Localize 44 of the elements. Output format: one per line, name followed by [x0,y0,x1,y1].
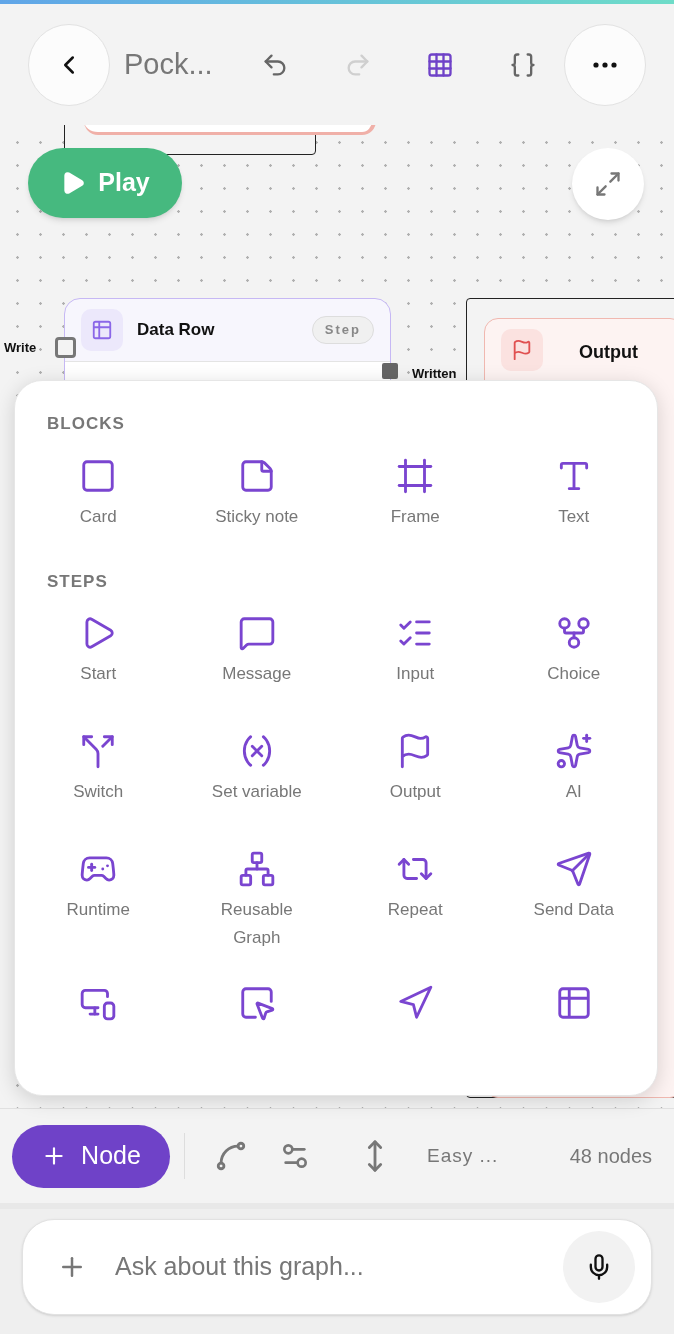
palette-item[interactable]: Switch [19,732,178,818]
fullscreen-button[interactable] [572,148,644,220]
node-badge: Step [311,316,374,344]
navigation-arrow-icon [396,984,435,1022]
paper-plane-icon [554,850,593,888]
expand-icon [594,170,622,198]
palette-item[interactable]: Message [177,614,336,700]
palette-item[interactable]: Frame [336,456,495,543]
chat-input[interactable]: Ask about this graph... [22,1219,652,1315]
palette-item[interactable]: Output [336,732,495,818]
palette-item[interactable]: Repeat [336,850,495,952]
frame-icon [396,456,435,495]
play-button[interactable]: Play [28,148,182,218]
palette-item[interactable]: Send Data [494,850,653,952]
flag-icon [501,329,543,371]
more-icon [593,61,617,68]
sparkles-icon [554,732,593,770]
palette-item[interactable]: Set variable [177,732,336,818]
port-label: Written [412,365,457,383]
graph-title: Pock... [124,46,214,82]
palette-item[interactable]: Card [19,456,178,543]
palette-item[interactable]: Choice [494,614,653,700]
node-count: 48 nodes [569,1144,652,1169]
add-node-button[interactable]: Node [12,1124,170,1188]
table-icon [81,309,123,351]
braces-icon [508,50,537,79]
node-title: Data Row [137,319,216,342]
palette-item[interactable]: Start [19,614,178,700]
palette-item[interactable]: Reusable Graph [177,850,336,952]
palette-item[interactable]: Runtime [19,850,178,952]
section-heading: BLOCKS [46,413,126,435]
hierarchy-icon [237,850,276,888]
palette-item[interactable]: Input [336,614,495,700]
speech-bubble-icon [237,614,276,652]
palette-item[interactable]: Text [494,456,653,543]
palette-item[interactable]: AI [494,732,653,818]
mode-label[interactable]: Easy ... [427,1141,499,1171]
palette-item[interactable]: Sticky note [177,456,336,543]
node-title: Output [579,341,638,364]
connection-icon [214,1139,248,1173]
port-label: Write [4,339,37,357]
output-port [382,363,398,379]
section-heading: STEPS [46,570,109,593]
grid-icon [426,50,455,79]
